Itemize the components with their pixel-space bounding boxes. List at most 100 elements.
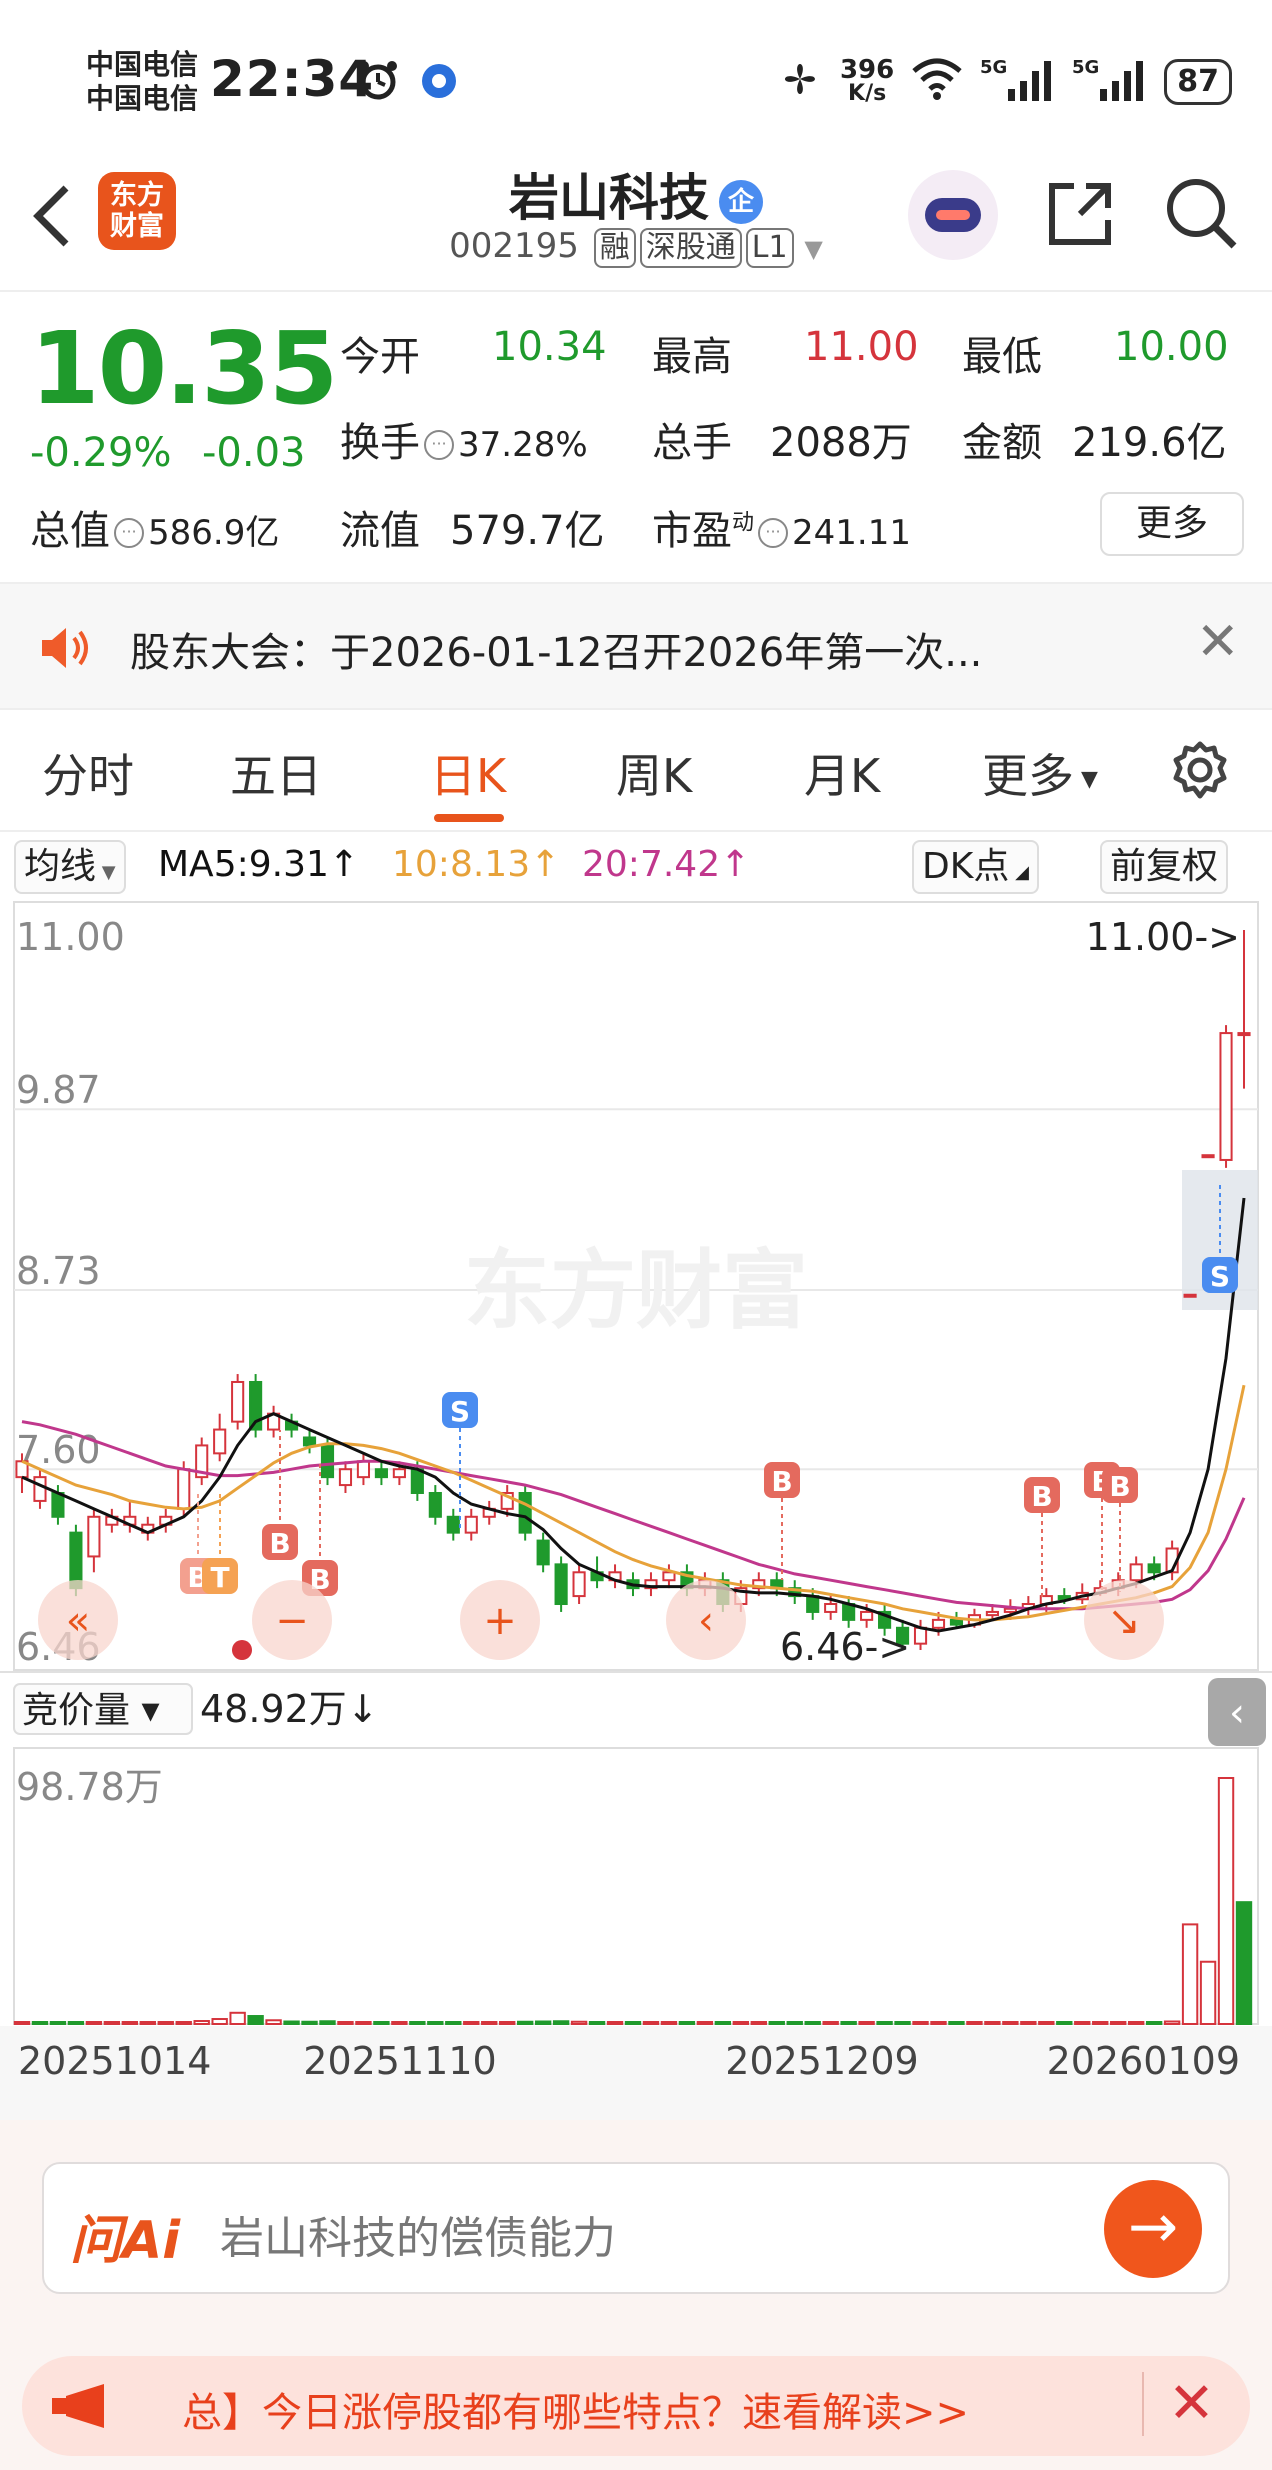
- volume-bar: [445, 2021, 462, 2025]
- info-icon[interactable]: ···: [758, 518, 789, 548]
- candle-body: [824, 1603, 838, 1613]
- alarm-icon: [356, 58, 400, 102]
- pe-sup: 动: [732, 510, 755, 536]
- volume-bar: [121, 2021, 139, 2025]
- stock-header: 东方 财富 岩山科技企 002195 融深股通 L1 ▼: [0, 150, 1272, 292]
- close-icon[interactable]: ✕: [1142, 2372, 1215, 2436]
- ai-query-text: 岩山科技的偿债能力: [220, 2213, 616, 2264]
- net-speed-value: 396: [839, 55, 895, 85]
- adjust-button[interactable]: 前复权: [1100, 840, 1229, 894]
- volume-bar: [265, 2019, 282, 2025]
- status-icons: 396 K/s 5G 5G 87: [776, 52, 1232, 112]
- change-percent: -0.29%: [30, 430, 172, 476]
- dropdown-triangle-icon: ▼: [804, 235, 823, 263]
- share-button[interactable]: [1044, 178, 1116, 250]
- tab-more-label: 更多: [982, 749, 1074, 803]
- mcap-value: 586.9亿: [148, 513, 280, 553]
- float-value: 579.7亿: [450, 508, 605, 554]
- ai-go-button[interactable]: →: [1104, 2180, 1202, 2278]
- volume-bar: [175, 2021, 192, 2025]
- search-icon: [1167, 179, 1237, 249]
- enterprise-badge: 企: [719, 179, 763, 224]
- tab-five-day[interactable]: 五日: [230, 740, 322, 806]
- buy-signal-label: B: [269, 1527, 290, 1560]
- volume-bar: [642, 2021, 660, 2025]
- min-price-marker: 6.46->: [780, 1625, 910, 1669]
- volume-bar: [912, 2021, 929, 2025]
- info-icon[interactable]: ···: [424, 430, 454, 460]
- volume-bar: [804, 2021, 821, 2025]
- promo-banner[interactable]: 总】今日涨停股都有哪些特点？速看解读>> ✕: [22, 2356, 1250, 2456]
- high-value: 11.00: [804, 324, 919, 370]
- y-tick-label: 11.00: [16, 915, 125, 959]
- ma10-value: 10:8.13↑: [392, 844, 561, 885]
- close-icon[interactable]: ✕: [1196, 614, 1240, 670]
- max-price-marker: 11.00->: [1086, 915, 1240, 959]
- net-speed: 396 K/s: [839, 55, 895, 106]
- assistant-robot-icon[interactable]: [908, 170, 998, 260]
- volume-bar: [678, 2021, 696, 2025]
- candle-body: [464, 1515, 478, 1534]
- volume-bar: [31, 2021, 49, 2025]
- candle-body: [572, 1571, 586, 1598]
- turnover-value: 37.28%: [458, 425, 588, 465]
- volume-bar: [894, 2021, 911, 2025]
- volume-bar: [1181, 1923, 1199, 2025]
- candle-body: [446, 1515, 460, 1534]
- open-value: 10.34: [492, 324, 607, 370]
- candle-body: [949, 1618, 964, 1626]
- settings-button[interactable]: [1168, 738, 1232, 802]
- t-signal-label: T: [210, 1561, 229, 1594]
- volume-bar: [337, 2021, 354, 2025]
- volume-bar: [966, 2021, 983, 2025]
- volume-bar: [463, 2021, 480, 2025]
- volume-bar: [1110, 2021, 1127, 2025]
- tag-connect: 深股通: [639, 228, 742, 268]
- volume-bar: [822, 2021, 839, 2025]
- tab-more[interactable]: 更多 ▼: [982, 740, 1098, 806]
- active-tab-underline: [434, 814, 504, 822]
- tag-level: L1: [745, 228, 794, 268]
- volume-bar: [1056, 2021, 1073, 2025]
- candle-body: [662, 1571, 676, 1582]
- stock-name: 岩山科技: [509, 169, 709, 227]
- x-tick-label: 20251110: [303, 2039, 496, 2083]
- megaphone-icon: [52, 2380, 152, 2432]
- volume-bar: [1199, 1960, 1217, 2026]
- x-tick-label: 20260109: [1047, 2039, 1240, 2083]
- volume-bar: [355, 2021, 372, 2025]
- dk-point-button[interactable]: DK点 ◢: [912, 840, 1039, 894]
- volume-bar: [409, 2021, 426, 2025]
- more-quote-button[interactable]: 更多: [1100, 492, 1244, 556]
- amount-value: 219.6亿: [1072, 420, 1227, 466]
- volume-bar: [49, 2021, 67, 2025]
- candle-body: [913, 1626, 928, 1645]
- x-tick-label: 20251209: [725, 2039, 918, 2083]
- search-button[interactable]: [1162, 174, 1240, 252]
- volume-bar: [552, 2020, 570, 2026]
- volume-bar: [229, 2011, 246, 2026]
- amount-label: 金额: [962, 420, 1042, 466]
- ma-select[interactable]: 均线 ▼: [14, 840, 126, 894]
- tab-daily-k[interactable]: 日K: [430, 740, 506, 806]
- ai-query-box[interactable]: 问Ai 岩山科技的偿债能力 →: [42, 2162, 1230, 2294]
- kline-chart[interactable]: 11.009.878.737.606.46东方财富11.00->6.46->SS…: [0, 900, 1272, 2120]
- volume-panel-frame: [13, 1747, 1259, 2025]
- candle-body: [177, 1468, 191, 1510]
- candle-body: [51, 1491, 65, 1518]
- notice-bar[interactable]: 股东大会：于2026-01-12召开2026年第一次... ✕: [0, 582, 1272, 710]
- tab-weekly-k[interactable]: 周K: [616, 740, 692, 806]
- candle-body: [536, 1539, 550, 1566]
- tab-intraday[interactable]: 分时: [42, 740, 134, 806]
- carrier-line-2: 中国电信: [86, 82, 199, 115]
- volume-bar: [1163, 2020, 1181, 2026]
- pe-value: 241.11: [792, 513, 911, 553]
- chart-control-icon: +: [483, 1598, 517, 1644]
- candle-body: [1183, 1293, 1197, 1298]
- volume-bar: [373, 2021, 390, 2025]
- info-icon[interactable]: ···: [114, 518, 144, 548]
- tab-monthly-k[interactable]: 月K: [804, 740, 880, 806]
- volume-bar: [696, 2021, 714, 2025]
- sell-signal-label: S: [450, 1395, 470, 1428]
- volume-bar: [606, 2021, 624, 2025]
